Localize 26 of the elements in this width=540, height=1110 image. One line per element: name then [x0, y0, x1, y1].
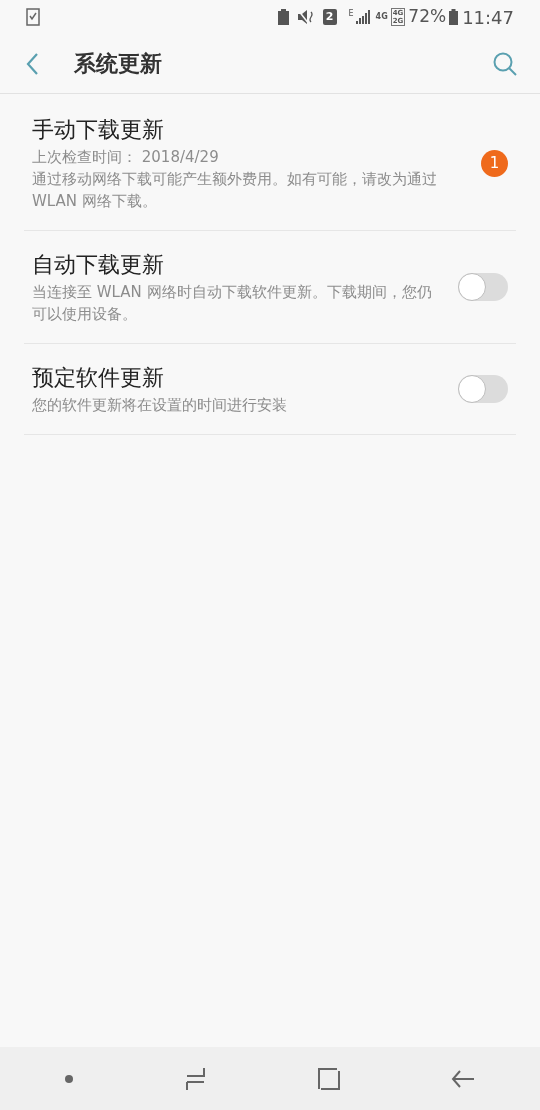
- battery-icon: [449, 9, 459, 25]
- home-dot-icon[interactable]: [64, 1073, 75, 1084]
- sim-badge: 2: [322, 9, 337, 25]
- settings-item[interactable]: 手动下载更新 上次检查时间： 2018/4/29 通过移动网络下载可能产生额外费用。如有可能，请改为通过 WLAN 网络下载。 1: [24, 94, 516, 231]
- clipboard-check-icon: [26, 8, 40, 26]
- toggle-switch[interactable]: [458, 375, 508, 403]
- search-icon[interactable]: [492, 50, 518, 77]
- item-description: 当连接至 WLAN 网络时自动下载软件更新。下载期间，您仍可以使用设备。: [32, 282, 433, 325]
- page-title: 系统更新: [74, 50, 162, 78]
- toggle-switch[interactable]: [458, 273, 508, 301]
- battery-percent: 72%: [408, 5, 447, 29]
- settings-item[interactable]: 预定软件更新 您的软件更新将在设置的时间进行安装: [24, 344, 516, 435]
- network-type: E: [348, 8, 354, 20]
- item-title: 预定软件更新: [32, 364, 165, 392]
- signal-icon: [355, 10, 372, 24]
- item-description: 您的软件更新将在设置的时间进行安装: [32, 395, 288, 416]
- battery-saver-icon: [277, 9, 289, 25]
- data-type: 4G: [375, 12, 388, 22]
- settings-item[interactable]: 自动下载更新 当连接至 WLAN 网络时自动下载软件更新。下载期间，您仍可以使用设备。: [24, 231, 516, 344]
- update-count-badge: 1: [481, 149, 508, 177]
- clock: 11:47: [462, 5, 514, 30]
- item-description: 上次检查时间： 2018/4/29: [32, 147, 220, 168]
- mute-icon: [296, 9, 315, 25]
- item-title: 手动下载更新: [32, 116, 165, 144]
- item-description: 通过移动网络下载可能产生额外费用。如有可能，请改为通过 WLAN 网络下载。: [32, 169, 438, 212]
- item-title: 自动下载更新: [32, 251, 165, 279]
